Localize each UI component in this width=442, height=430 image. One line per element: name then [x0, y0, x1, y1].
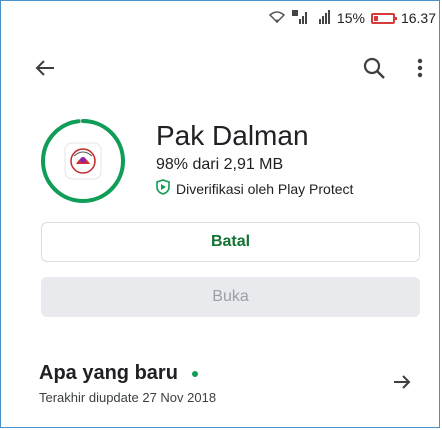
arrow-left-icon[interactable] — [32, 54, 60, 82]
download-progress-text: 98% dari 2,91 MB — [156, 156, 284, 173]
open-button[interactable]: Buka — [41, 277, 420, 317]
last-updated: Terakhir diupdate 27 Nov 2018 — [39, 390, 217, 405]
search-icon[interactable] — [360, 54, 388, 82]
download-progress-ring — [40, 118, 126, 204]
wifi-icon — [268, 11, 286, 25]
signal-icon-1 — [291, 10, 309, 26]
top-toolbar — [0, 52, 442, 84]
verified-row: Diverifikasi oleh Play Protect — [156, 179, 353, 198]
more-vert-icon[interactable] — [412, 54, 428, 82]
verified-text: Diverifikasi oleh Play Protect — [176, 180, 354, 197]
play-protect-icon — [156, 179, 170, 198]
whats-new-title: Apa yang baru — [39, 362, 178, 384]
status-bar: 15% 16.37 — [0, 0, 442, 36]
signal-icon-2 — [315, 10, 331, 26]
arrow-right-icon[interactable] — [390, 370, 414, 394]
open-button-label: Buka — [212, 288, 249, 305]
clock: 16.37 — [400, 10, 436, 26]
whats-new-heading[interactable]: Apa yang baru — [39, 362, 198, 385]
app-title: Pak Dalman — [156, 120, 309, 151]
battery-percent: 15% — [336, 10, 365, 26]
new-indicator-dot — [191, 370, 198, 377]
cancel-button-label: Batal — [210, 233, 251, 250]
cancel-button[interactable]: Batal — [41, 222, 420, 262]
app-logo-icon — [70, 148, 96, 174]
battery-icon — [370, 12, 397, 24]
